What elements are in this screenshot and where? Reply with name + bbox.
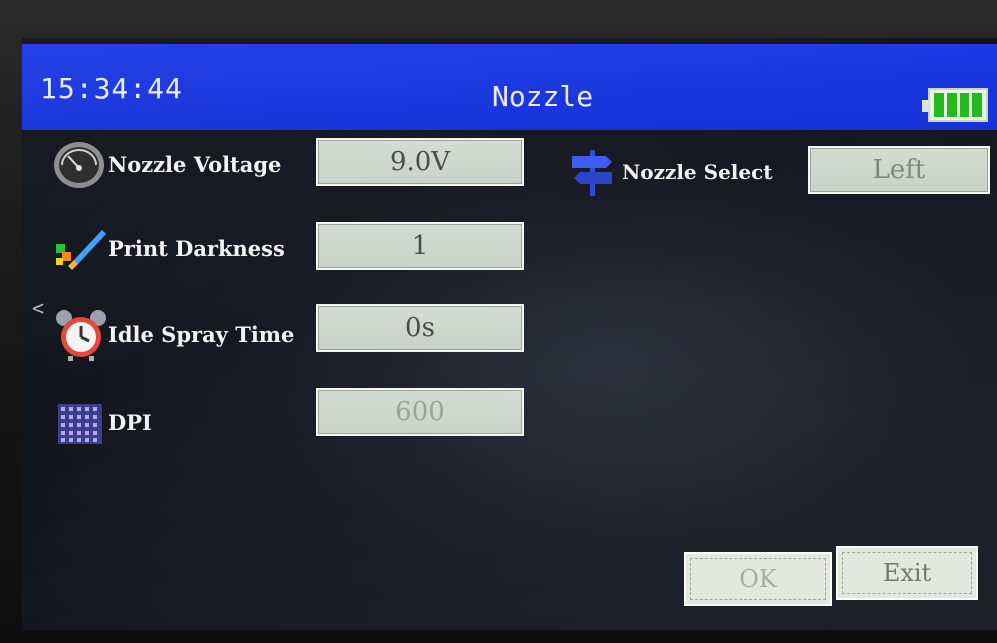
print-darkness-field[interactable]: 1 — [316, 222, 524, 270]
clock: 15:34:44 — [40, 72, 183, 105]
nozzle-voltage-label: Nozzle Voltage — [108, 152, 282, 177]
battery-cell — [972, 93, 982, 117]
nozzle-voltage-field[interactable]: 9.0V — [316, 138, 524, 186]
print-darkness-label: Print Darkness — [108, 236, 285, 261]
alarm-clock-icon — [56, 310, 106, 361]
battery-icon — [922, 88, 988, 122]
battery-cell — [934, 93, 944, 117]
screen: 15:34:44 Nozzle < Nozzle Voltage 9.0V No… — [22, 38, 997, 630]
exit-button[interactable]: Exit — [836, 546, 978, 600]
dpi-field[interactable]: 600 — [316, 388, 524, 436]
signpost-icon — [572, 150, 612, 196]
battery-cell — [946, 93, 957, 117]
ok-button[interactable]: OK — [684, 552, 832, 606]
paint-brush-icon — [56, 230, 106, 270]
idle-spray-time-label: Idle Spray Time — [108, 322, 295, 347]
nozzle-select-field[interactable]: Left — [808, 146, 990, 194]
device-bezel: 15:34:44 Nozzle < Nozzle Voltage 9.0V No… — [0, 0, 997, 643]
dpi-label: DPI — [108, 410, 152, 435]
idle-spray-time-field[interactable]: 0s — [316, 304, 524, 352]
header-bar: 15:34:44 Nozzle — [22, 44, 997, 130]
nozzle-select-label: Nozzle Select — [622, 160, 773, 184]
page-title: Nozzle — [492, 80, 594, 113]
battery-cell — [959, 93, 970, 117]
chevron-left-icon[interactable]: < — [32, 296, 44, 320]
dot-grid-icon — [58, 404, 102, 444]
gauge-icon — [54, 142, 104, 188]
